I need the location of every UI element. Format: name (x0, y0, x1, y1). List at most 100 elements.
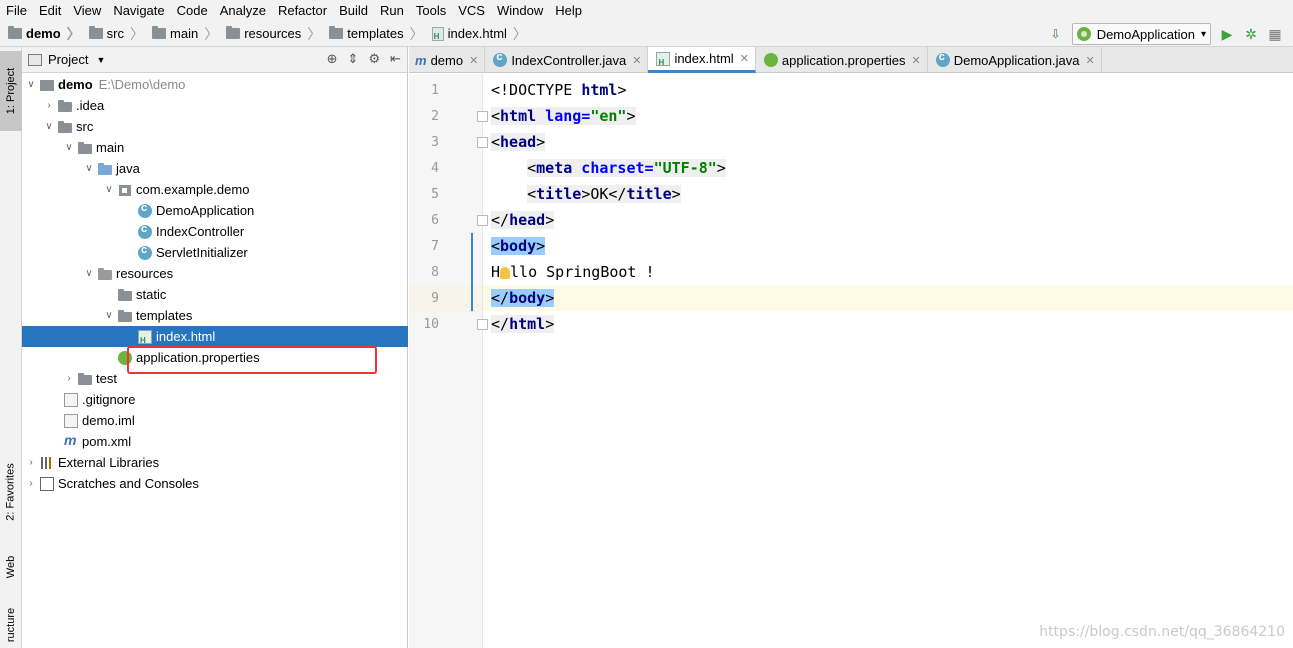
tree-item-idea[interactable]: › .idea (22, 95, 408, 116)
gear-icon[interactable]: ⚙ (368, 51, 380, 67)
tree-item-external-libraries[interactable]: › External Libraries (22, 452, 408, 473)
code-editor[interactable]: 1 2 3 4 5 6 7 8 9 10 <!DOCTYPE html> <ht… (409, 74, 1293, 648)
tree-item-resources[interactable]: ∨ resources (22, 263, 408, 284)
breadcrumb-main[interactable]: main 〉 (144, 24, 218, 44)
html-file-icon (138, 329, 152, 345)
close-icon[interactable]: ✕ (1085, 54, 1094, 67)
tree-item-package[interactable]: ∨ com.example.demo (22, 179, 408, 200)
tree-item-servletinitializer[interactable]: ServletInitializer (22, 242, 408, 263)
debug-icon[interactable]: ✲ (1243, 26, 1259, 42)
tree-item-templates[interactable]: ∨ templates (22, 305, 408, 326)
tab-application-properties[interactable]: application.properties ✕ (756, 47, 928, 73)
build-icon[interactable]: ⇩ (1048, 26, 1064, 42)
tree-item-java[interactable]: ∨ java (22, 158, 408, 179)
menu-view[interactable]: View (67, 0, 107, 21)
breadcrumb-resources[interactable]: resources 〉 (218, 24, 321, 44)
breadcrumb-templates[interactable]: templates 〉 (321, 24, 424, 44)
menu-help[interactable]: Help (549, 0, 588, 21)
menu-run[interactable]: Run (374, 0, 410, 21)
close-icon[interactable]: ✕ (632, 54, 641, 67)
run-configuration-label: DemoApplication (1096, 26, 1195, 42)
tool-tab-structure[interactable]: ructure (0, 602, 22, 648)
coverage-icon[interactable]: ▦ (1267, 26, 1283, 42)
menu-code[interactable]: Code (171, 0, 214, 21)
tool-tab-label: Web (5, 555, 18, 579)
menu-file[interactable]: File (0, 0, 33, 21)
tool-tab-project[interactable]: 1: Project (0, 51, 22, 131)
tab-demo[interactable]: m demo ✕ (409, 47, 486, 73)
tree-item-label: src (76, 119, 94, 134)
fold-marker[interactable] (477, 215, 488, 226)
tree-item-indexcontroller[interactable]: IndexController (22, 221, 408, 242)
project-panel-title[interactable]: Project (48, 52, 88, 67)
menu-refactor[interactable]: Refactor (272, 0, 333, 21)
intention-bulb-icon[interactable] (500, 266, 511, 279)
navigation-bar: demo 〉 src 〉 main 〉 resources 〉 templates 〉 i… (0, 21, 1293, 47)
package-icon (118, 183, 132, 197)
fold-marker[interactable] (477, 111, 488, 122)
tree-item-demo-iml[interactable]: demo.iml (22, 410, 408, 431)
tree-item-gitignore[interactable]: .gitignore (22, 389, 408, 410)
folder-icon (329, 26, 344, 39)
chevron-down-icon[interactable]: ∨ (62, 142, 76, 153)
chevron-down-icon[interactable]: ∨ (82, 163, 96, 174)
menu-window[interactable]: Window (491, 0, 549, 21)
chevron-right-icon[interactable]: › (62, 373, 76, 384)
locate-icon[interactable]: ⊕ (327, 51, 338, 67)
tab-index-html[interactable]: index.html ✕ (648, 47, 756, 73)
tree-item-main[interactable]: ∨ main (22, 137, 408, 158)
tree-item-label: resources (116, 266, 174, 281)
tab-indexcontroller[interactable]: IndexController.java ✕ (485, 47, 649, 73)
tree-item-demoapplication[interactable]: DemoApplication (22, 200, 408, 221)
file-icon (64, 392, 78, 407)
breadcrumb-src[interactable]: src 〉 (81, 24, 144, 44)
chevron-right-icon[interactable]: › (24, 478, 38, 489)
tree-item-index-html[interactable]: index.html (22, 326, 408, 347)
tree-item-label: com.example.demo (136, 182, 250, 197)
close-icon[interactable]: ✕ (469, 54, 478, 67)
breadcrumb-index-html[interactable]: index.html 〉 (424, 24, 527, 44)
tab-label: index.html (674, 51, 734, 66)
tree-item-label: External Libraries (58, 455, 160, 470)
line-number: 7 (431, 239, 439, 254)
chevron-down-icon[interactable]: ∨ (42, 121, 56, 132)
breadcrumb-demo[interactable]: demo 〉 (0, 24, 81, 44)
chevron-down-icon[interactable]: ∨ (24, 79, 38, 90)
tree-item-path: E:\Demo\demo (98, 77, 186, 92)
toolbar-right: ⇩ DemoApplication ▾ ▶ ✲ ▦ (1048, 23, 1283, 45)
run-configuration-select[interactable]: DemoApplication ▾ (1071, 23, 1211, 45)
close-icon[interactable]: ✕ (740, 52, 749, 65)
menu-edit[interactable]: Edit (33, 0, 67, 21)
class-icon (138, 223, 152, 239)
run-icon[interactable]: ▶ (1219, 26, 1235, 42)
chevron-down-icon[interactable]: ∨ (82, 268, 96, 279)
folder-icon (58, 99, 72, 113)
tree-item-demo[interactable]: ∨ demo E:\Demo\demo (22, 74, 408, 95)
tool-tab-favorites[interactable]: 2: Favorites (0, 447, 22, 537)
chevron-right-icon[interactable]: › (42, 100, 56, 111)
tab-demoapplication[interactable]: DemoApplication.java ✕ (928, 47, 1102, 73)
collapse-all-icon[interactable]: ⇕ (348, 51, 359, 67)
tab-label: demo (430, 52, 464, 68)
close-icon[interactable]: ✕ (911, 54, 920, 67)
tree-item-static[interactable]: static (22, 284, 408, 305)
tree-item-scratches[interactable]: › Scratches and Consoles (22, 473, 408, 494)
fold-marker[interactable] (477, 137, 488, 148)
menu-vcs[interactable]: VCS (452, 0, 491, 21)
tool-tab-web[interactable]: Web (0, 547, 22, 587)
chevron-down-icon[interactable]: ▼ (96, 55, 105, 65)
project-tool-window: Project ▼ ⊕ ⇕ ⚙ ⇤ ∨ demo E:\Demo\demo › .id… (22, 47, 408, 648)
menu-navigate[interactable]: Navigate (107, 0, 170, 21)
chevron-down-icon[interactable]: ∨ (102, 310, 116, 321)
fold-marker[interactable] (477, 319, 488, 330)
menu-analyze[interactable]: Analyze (214, 0, 272, 21)
menu-build[interactable]: Build (333, 0, 374, 21)
menu-tools[interactable]: Tools (410, 0, 452, 21)
chevron-down-icon[interactable]: ∨ (102, 184, 116, 195)
hide-icon[interactable]: ⇤ (390, 51, 401, 67)
tree-item-pom-xml[interactable]: pom.xml (22, 431, 408, 452)
chevron-right-icon[interactable]: › (24, 457, 38, 468)
tree-item-src[interactable]: ∨ src (22, 116, 408, 137)
spring-properties-icon (763, 53, 778, 67)
code-line-10: </html> (491, 315, 555, 333)
